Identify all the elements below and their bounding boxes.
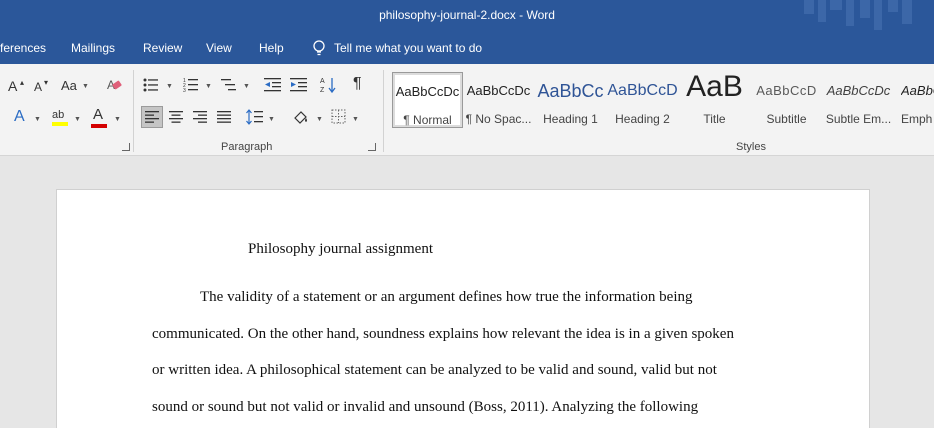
increase-indent-icon[interactable] (290, 77, 308, 93)
clear-formatting-icon[interactable]: A (106, 77, 122, 93)
sort-icon[interactable]: A Z (320, 76, 338, 94)
grow-font-arrow-icon: ▴ (20, 78, 25, 87)
style-preview: AaB (686, 72, 743, 103)
document-page[interactable]: Philosophy journal assignment The validi… (56, 189, 870, 428)
style-title[interactable]: AaB Title (679, 72, 750, 128)
document-line: or written idea. A philosophical stateme… (152, 362, 717, 378)
bullets-icon[interactable] (143, 78, 159, 92)
style-name: Heading 2 (615, 112, 670, 126)
ribbon-tabs: ferences Mailings Review View Help Tell … (0, 32, 934, 64)
svg-text:3: 3 (183, 88, 186, 93)
title-bar: philosophy-journal-2.docx - Word (0, 0, 934, 32)
style-preview: AaBbCcD (607, 82, 678, 99)
style-normal[interactable]: AaBbCcDc ¶ Normal (392, 72, 463, 128)
tell-me-search[interactable]: Tell me what you want to do (312, 40, 482, 56)
window-title: philosophy-journal-2.docx - Word (379, 8, 555, 22)
shading-icon[interactable] (292, 109, 310, 125)
font-color-button[interactable]: A (90, 106, 110, 128)
style-subtitle[interactable]: AaBbCcD Subtitle (751, 72, 822, 128)
style-heading-2[interactable]: AaBbCcD Heading 2 (607, 72, 678, 128)
decrease-indent-icon[interactable] (264, 77, 282, 93)
shrink-font-arrow-icon: ▾ (44, 78, 49, 87)
align-center-icon[interactable] (169, 111, 183, 123)
chevron-down-icon: ▼ (243, 83, 250, 90)
chevron-down-icon: ▼ (82, 83, 89, 90)
borders-icon[interactable] (331, 109, 347, 125)
numbering-icon[interactable]: 1 2 3 (183, 77, 199, 93)
style-preview: AaBbCcDc (826, 83, 891, 98)
tab-mailings[interactable]: Mailings (71, 41, 115, 55)
grow-font-button[interactable]: A (8, 79, 17, 93)
chevron-down-icon: ▼ (34, 116, 41, 123)
chevron-down-icon: ▼ (268, 116, 275, 123)
text-effects-button[interactable]: A (14, 109, 25, 125)
chevron-down-icon: ▼ (205, 83, 212, 90)
font-color-swatch (91, 124, 107, 128)
style-preview: AaBbCcD (756, 83, 817, 98)
tab-help[interactable]: Help (259, 41, 284, 55)
style-heading-1[interactable]: AaBbCc Heading 1 (535, 72, 606, 128)
font-color-label: A (93, 106, 104, 123)
multilevel-list-icon[interactable] (221, 77, 237, 93)
style-name: Title (703, 112, 726, 126)
style-name: Heading 1 (543, 112, 598, 126)
tab-view[interactable]: View (206, 41, 232, 55)
paragraph-group-label: Paragraph (221, 141, 273, 153)
lightbulb-icon (313, 40, 325, 56)
styles-group-label: Styles (736, 141, 766, 153)
document-line: sound or sound but not valid or invalid … (152, 399, 699, 415)
change-case-button[interactable]: Aa (61, 79, 77, 93)
style-preview: AaBbC (901, 83, 934, 98)
svg-text:A: A (320, 78, 325, 85)
chevron-down-icon: ▼ (352, 116, 359, 123)
chevron-down-icon: ▼ (316, 116, 323, 123)
title-bar-pattern-icon (804, 0, 912, 30)
chevron-down-icon: ▼ (114, 116, 121, 123)
style-name: Emph (901, 112, 933, 126)
align-left-icon (145, 111, 159, 123)
style-preview: AaBbCcDc (466, 83, 531, 98)
shrink-font-button[interactable]: A (34, 80, 42, 94)
tab-review[interactable]: Review (143, 41, 182, 55)
style-no-spacing[interactable]: AaBbCcDc ¶ No Spac... (463, 72, 534, 128)
chevron-down-icon: ▼ (166, 83, 173, 90)
document-line: The validity of a statement or an argume… (200, 289, 693, 305)
svg-text:Z: Z (320, 87, 325, 94)
chevron-down-icon: ▼ (74, 116, 81, 123)
align-right-icon[interactable] (193, 111, 207, 123)
tab-references[interactable]: ferences (0, 41, 46, 55)
ribbon: A ▴ A ▾ Aa ▼ A A ▼ ab ▼ A ▼ ▼ 1 2 3 ▼ ▼ (0, 64, 934, 156)
document-title: Philosophy journal assignment (248, 241, 433, 257)
divider (383, 70, 384, 152)
style-name: Subtle Em... (825, 112, 892, 126)
style-name: ¶ Normal (403, 113, 452, 127)
document-line: communicated. On the other hand, soundne… (152, 326, 734, 342)
line-spacing-icon[interactable] (246, 109, 264, 125)
highlight-swatch (52, 122, 68, 126)
style-subtle-emphasis[interactable]: AaBbCcDc Subtle Em... (823, 72, 894, 128)
show-formatting-marks-button[interactable]: ¶ (353, 76, 362, 92)
tell-me-label: Tell me what you want to do (334, 41, 483, 55)
style-emphasis[interactable]: AaBbC Emph (895, 72, 934, 128)
style-name: Subtitle (766, 112, 807, 126)
highlight-label: ab (52, 109, 65, 121)
align-left-button[interactable] (141, 106, 163, 128)
style-preview: AaBbCcDc (395, 84, 460, 99)
style-name: ¶ No Spac... (465, 112, 532, 126)
justify-icon[interactable] (217, 111, 231, 123)
font-dialog-launcher[interactable] (122, 143, 130, 151)
paragraph-dialog-launcher[interactable] (368, 143, 376, 151)
style-preview: AaBbCc (537, 81, 604, 101)
divider (133, 70, 134, 152)
highlight-color-button[interactable]: ab (50, 108, 70, 128)
